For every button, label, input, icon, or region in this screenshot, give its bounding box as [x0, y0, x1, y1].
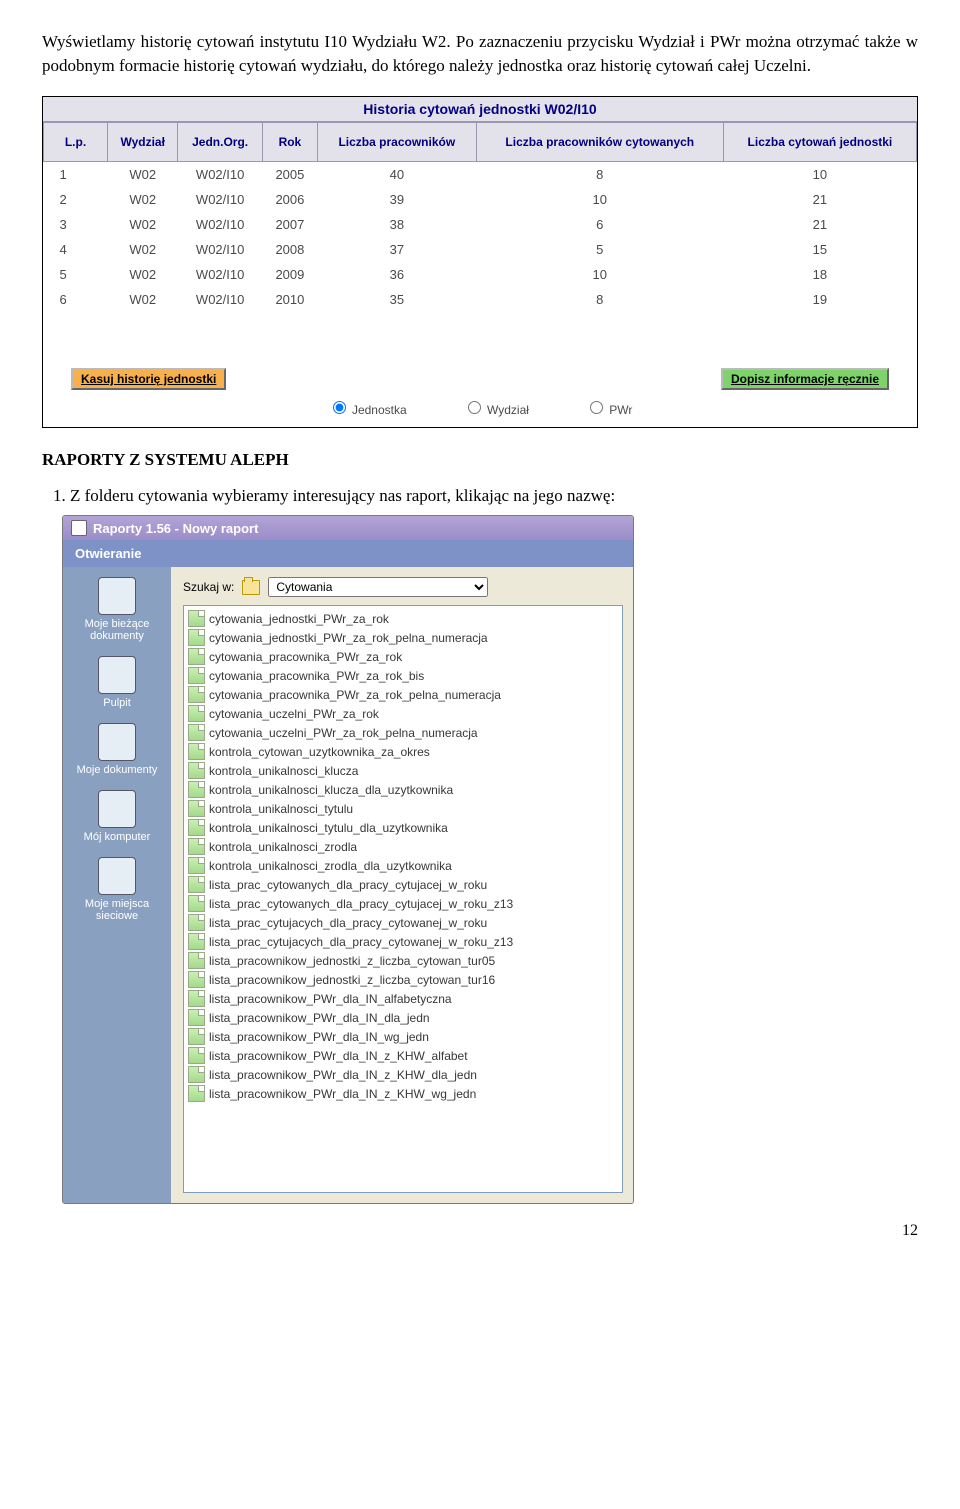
file-item[interactable]: kontrola_unikalnosci_tytulu_dla_uzytkown…	[188, 818, 618, 837]
page-number: 12	[42, 1222, 918, 1240]
report-file-icon	[188, 1066, 205, 1083]
column-header: Rok	[262, 122, 317, 161]
place-item[interactable]: Moje dokumenty	[63, 723, 171, 776]
file-item[interactable]: lista_prac_cytowanych_dla_pracy_cytujace…	[188, 894, 618, 913]
file-item[interactable]: lista_pracownikow_PWr_dla_IN_z_KHW_wg_je…	[188, 1084, 618, 1103]
dialog-titlebar: Raporty 1.56 - Nowy raport	[63, 516, 633, 540]
report-file-icon	[188, 895, 205, 912]
report-file-icon	[188, 952, 205, 969]
file-item[interactable]: kontrola_unikalnosci_zrodla	[188, 837, 618, 856]
report-file-icon	[188, 667, 205, 684]
file-item[interactable]: cytowania_pracownika_PWr_za_rok	[188, 647, 618, 666]
section-heading: RAPORTY Z SYSTEMU ALEPH	[42, 450, 918, 470]
column-header: Wydział	[108, 122, 178, 161]
table-row: 3W02W02/I10200738621	[44, 212, 917, 237]
file-item[interactable]: cytowania_jednostki_PWr_za_rok	[188, 609, 618, 628]
table-row: 2W02W02/I102006391021	[44, 187, 917, 212]
file-item[interactable]: cytowania_pracownika_PWr_za_rok_bis	[188, 666, 618, 685]
report-file-icon	[188, 686, 205, 703]
file-item[interactable]: cytowania_pracownika_PWr_za_rok_pelna_nu…	[188, 685, 618, 704]
file-item[interactable]: kontrola_unikalnosci_klucza	[188, 761, 618, 780]
place-icon	[98, 790, 136, 828]
report-file-icon	[188, 629, 205, 646]
lookin-select[interactable]: Cytowania	[268, 577, 488, 597]
place-icon	[98, 577, 136, 615]
scope-radio[interactable]: Jednostka	[328, 403, 407, 417]
citation-grid-figure: Historia cytowań jednostki W02/I10 L.p.W…	[42, 96, 918, 428]
file-item[interactable]: lista_pracownikow_PWr_dla_IN_alfabetyczn…	[188, 989, 618, 1008]
scope-radio[interactable]: PWr	[585, 403, 632, 417]
file-item[interactable]: lista_pracownikow_PWr_dla_IN_z_KHW_alfab…	[188, 1046, 618, 1065]
add-manual-button[interactable]: Dopisz informacje ręcznie	[721, 368, 889, 390]
place-item[interactable]: Mój komputer	[63, 790, 171, 843]
report-file-icon	[188, 743, 205, 760]
file-item[interactable]: lista_prac_cytujacych_dla_pracy_cytowane…	[188, 932, 618, 951]
file-item[interactable]: lista_pracownikow_PWr_dla_IN_wg_jedn	[188, 1027, 618, 1046]
file-item[interactable]: lista_prac_cytujacych_dla_pracy_cytowane…	[188, 913, 618, 932]
file-item[interactable]: cytowania_jednostki_PWr_za_rok_pelna_num…	[188, 628, 618, 647]
column-header: Liczba cytowań jednostki	[723, 122, 916, 161]
report-file-icon	[188, 648, 205, 665]
places-bar: Moje bieżące dokumenty Pulpit Moje dokumen…	[63, 567, 171, 1203]
report-file-icon	[188, 876, 205, 893]
file-item[interactable]: lista_pracownikow_jednostki_z_liczba_cyt…	[188, 951, 618, 970]
place-icon	[98, 723, 136, 761]
table-row: 5W02W02/I102009361018	[44, 262, 917, 287]
report-file-icon	[188, 1085, 205, 1102]
citation-table: L.p.WydziałJedn.Org.RokLiczba pracownikó…	[43, 122, 917, 312]
lookin-label: Szukaj w:	[183, 580, 234, 594]
report-file-icon	[188, 990, 205, 1007]
report-file-icon	[188, 800, 205, 817]
table-row: 4W02W02/I10200837515	[44, 237, 917, 262]
place-item[interactable]: Moje miejsca sieciowe	[63, 857, 171, 922]
place-icon	[98, 656, 136, 694]
report-file-icon	[188, 781, 205, 798]
column-header: Liczba pracowników cytowanych	[476, 122, 723, 161]
report-file-icon	[188, 610, 205, 627]
folder-icon	[242, 580, 260, 595]
delete-history-button[interactable]: Kasuj historię jednostki	[71, 368, 226, 390]
app-icon	[71, 520, 87, 536]
open-dialog-figure: Raporty 1.56 - Nowy raport Otwieranie Mo…	[42, 515, 918, 1204]
column-header: Liczba pracowników	[317, 122, 476, 161]
report-file-icon	[188, 914, 205, 931]
column-header: L.p.	[44, 122, 108, 161]
file-item[interactable]: lista_pracownikow_PWr_dla_IN_dla_jedn	[188, 1008, 618, 1027]
step-1: Z folderu cytowania wybieramy interesują…	[70, 484, 918, 508]
report-file-icon	[188, 724, 205, 741]
report-file-icon	[188, 819, 205, 836]
file-item[interactable]: cytowania_uczelni_PWr_za_rok	[188, 704, 618, 723]
file-item[interactable]: lista_pracownikow_jednostki_z_liczba_cyt…	[188, 970, 618, 989]
column-header: Jedn.Org.	[178, 122, 263, 161]
table-row: 6W02W02/I10201035819	[44, 287, 917, 312]
report-file-icon	[188, 857, 205, 874]
report-file-icon	[188, 971, 205, 988]
report-file-icon	[188, 1028, 205, 1045]
report-file-icon	[188, 933, 205, 950]
report-file-icon	[188, 1047, 205, 1064]
report-file-icon	[188, 705, 205, 722]
file-item[interactable]: lista_pracownikow_PWr_dla_IN_z_KHW_dla_j…	[188, 1065, 618, 1084]
place-item[interactable]: Pulpit	[63, 656, 171, 709]
place-item[interactable]: Moje bieżące dokumenty	[63, 577, 171, 642]
file-item[interactable]: lista_prac_cytowanych_dla_pracy_cytujace…	[188, 875, 618, 894]
file-item[interactable]: kontrola_unikalnosci_zrodla_dla_uzytkown…	[188, 856, 618, 875]
file-item[interactable]: cytowania_uczelni_PWr_za_rok_pelna_numer…	[188, 723, 618, 742]
dialog-header: Otwieranie	[63, 540, 633, 567]
file-item[interactable]: kontrola_cytowan_uzytkownika_za_okres	[188, 742, 618, 761]
report-file-icon	[188, 762, 205, 779]
place-icon	[98, 857, 136, 895]
dialog-title: Raporty 1.56 - Nowy raport	[93, 521, 258, 536]
grid-title: Historia cytowań jednostki W02/I10	[43, 97, 917, 122]
file-list[interactable]: cytowania_jednostki_PWr_za_rokcytowania_…	[183, 605, 623, 1193]
report-file-icon	[188, 838, 205, 855]
file-item[interactable]: kontrola_unikalnosci_klucza_dla_uzytkown…	[188, 780, 618, 799]
scope-radio[interactable]: Wydział	[463, 403, 529, 417]
intro-paragraph: Wyświetlamy historię cytowań instytutu I…	[42, 30, 918, 78]
file-item[interactable]: kontrola_unikalnosci_tytulu	[188, 799, 618, 818]
table-row: 1W02W02/I10200540810	[44, 161, 917, 187]
report-file-icon	[188, 1009, 205, 1026]
